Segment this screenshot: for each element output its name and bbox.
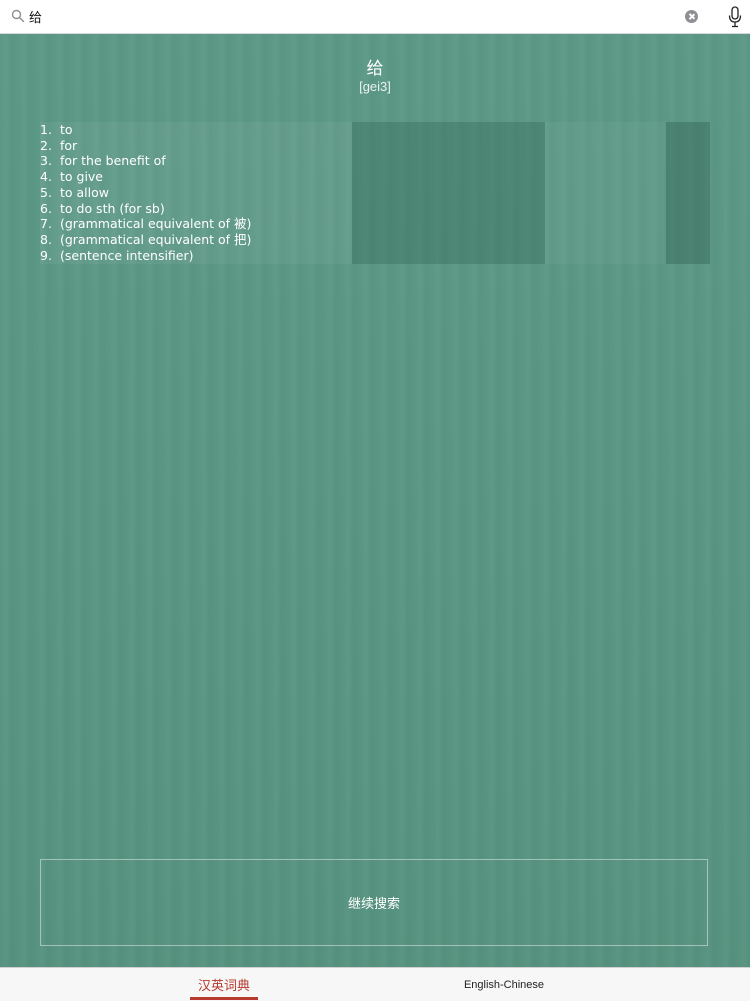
definition-item: 5. to allow: [40, 184, 109, 200]
definition-shade: [545, 122, 665, 264]
tab-bar: 汉英词典 English-Chinese: [0, 967, 750, 1001]
definition-item: 6. to do sth (for sb): [40, 200, 165, 216]
definition-list: 1. to 2. for 3. for the benefit of 4. to…: [40, 122, 251, 263]
search-field[interactable]: [5, 4, 703, 29]
search-input[interactable]: [29, 6, 669, 27]
definition-item: 3. for the benefit of: [40, 153, 166, 169]
headword: 给: [366, 59, 384, 79]
definition-item: 8. (grammatical equivalent of 把): [40, 231, 252, 247]
definition-item: 2. for: [40, 137, 78, 153]
continue-search-button[interactable]: 继续搜索: [40, 859, 708, 946]
search-icon: [11, 9, 25, 23]
search-bar: [0, 0, 750, 34]
pinyin: [gei3]: [359, 79, 391, 94]
microphone-icon[interactable]: [727, 6, 743, 28]
tab-english-chinese[interactable]: English-Chinese: [454, 968, 554, 1001]
definition-item: 9. (sentence intensifier): [40, 247, 194, 263]
definition-shade: [352, 122, 545, 264]
definition-shade: [666, 122, 710, 264]
entry-content: 给 [gei3] 1. to 2. for 3. for the benefit…: [0, 34, 750, 967]
clear-icon[interactable]: [685, 10, 698, 23]
definition-item: 1. to: [40, 122, 73, 137]
definition-item: 7. (grammatical equivalent of 被): [40, 216, 252, 232]
definition-item: 4. to give: [40, 169, 104, 185]
